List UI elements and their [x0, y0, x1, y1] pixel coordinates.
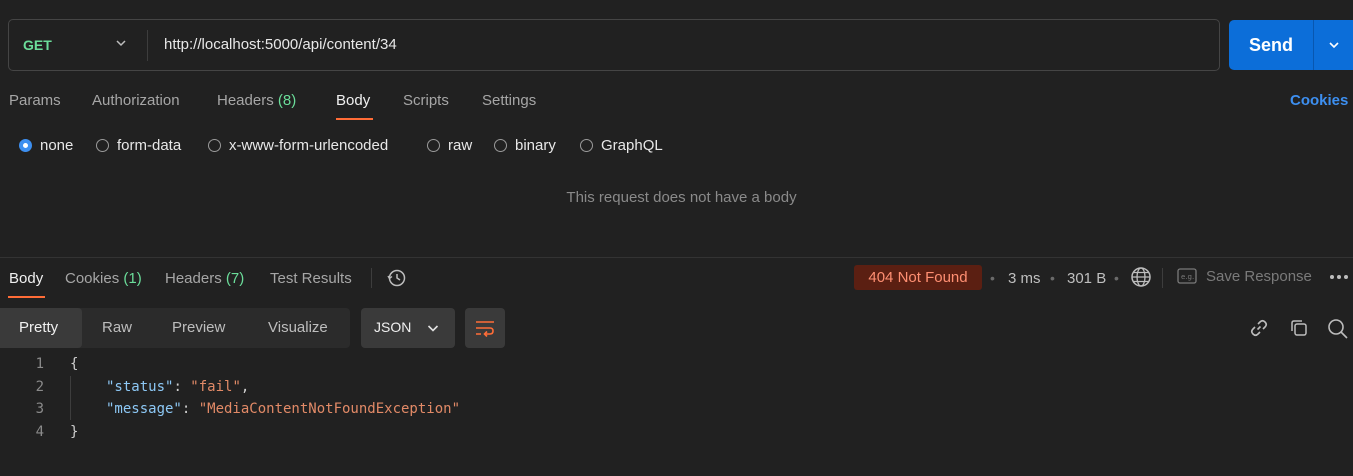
wrap-lines-button[interactable]	[465, 308, 505, 348]
response-tab-cookies[interactable]: Cookies (1)	[65, 270, 142, 287]
radio-graphql[interactable]: GraphQL	[580, 137, 663, 154]
radio-none[interactable]: none	[19, 137, 73, 154]
json-separator: :	[181, 401, 199, 417]
radio-button	[580, 139, 593, 152]
radio-button	[208, 139, 221, 152]
url-divider	[147, 30, 148, 61]
example-icon: e.g.	[1177, 268, 1197, 284]
tab-headers[interactable]: Headers (8)	[217, 92, 296, 109]
code-line: {	[70, 356, 79, 372]
radio-x-www-form-urlencoded[interactable]: x-www-form-urlencoded	[208, 137, 388, 154]
tab-settings[interactable]: Settings	[482, 92, 536, 109]
chevron-down-icon	[1327, 38, 1341, 52]
tab-label: Cookies	[65, 270, 120, 287]
radio-form-data[interactable]: form-data	[96, 137, 181, 154]
json-key: "status"	[106, 379, 174, 395]
more-options-icon[interactable]	[1329, 271, 1349, 283]
empty-body-message: This request does not have a body	[566, 189, 797, 206]
json-string: "MediaContentNotFoundException"	[198, 401, 461, 417]
radio-label: binary	[515, 137, 556, 154]
radio-button	[494, 139, 507, 152]
pane-divider[interactable]	[0, 257, 1353, 258]
indent-guide	[70, 376, 71, 420]
view-mode-visualize[interactable]: Visualize	[268, 319, 328, 336]
tab-body[interactable]: Body	[336, 92, 370, 109]
code-line: "message": "MediaContentNotFoundExceptio…	[106, 401, 460, 417]
divider	[1162, 268, 1163, 288]
cookies-link[interactable]: Cookies	[1290, 92, 1348, 109]
active-tab-indicator	[8, 296, 45, 298]
line-number: 1	[35, 356, 44, 372]
view-mode-preview[interactable]: Preview	[172, 319, 225, 336]
send-options-button[interactable]	[1313, 20, 1353, 70]
response-tab-body[interactable]: Body	[9, 270, 43, 287]
separator-dot: •	[990, 270, 995, 286]
view-mode-pretty[interactable]: Pretty	[19, 319, 58, 336]
separator-dot: •	[1050, 270, 1055, 286]
radio-label: GraphQL	[601, 137, 663, 154]
headers-count: (7)	[225, 270, 245, 287]
url-bar: GET http://localhost:5000/api/content/34	[8, 19, 1220, 71]
link-icon[interactable]	[1249, 318, 1269, 338]
tab-params[interactable]: Params	[9, 92, 61, 109]
line-number: 3	[35, 401, 44, 417]
cookies-count: (1)	[123, 270, 142, 287]
radio-raw[interactable]: raw	[427, 137, 472, 154]
separator-dot: •	[1114, 270, 1119, 286]
response-tab-test-results[interactable]: Test Results	[270, 270, 352, 287]
copy-icon[interactable]	[1289, 318, 1309, 338]
response-time[interactable]: 3 ms	[1008, 270, 1041, 287]
radio-label: raw	[448, 137, 473, 154]
method-select[interactable]: GET	[23, 37, 52, 53]
tab-scripts[interactable]: Scripts	[403, 92, 449, 109]
response-tab-headers[interactable]: Headers (7)	[165, 270, 244, 287]
search-icon[interactable]	[1327, 318, 1349, 340]
radio-button	[19, 139, 32, 152]
chevron-down-icon[interactable]	[113, 35, 129, 51]
radio-label: form-data	[117, 137, 182, 154]
tab-label: Headers	[165, 270, 222, 287]
headers-count: (8)	[277, 92, 297, 109]
divider	[371, 268, 372, 288]
json-key: "message"	[106, 401, 182, 417]
json-separator: :	[173, 379, 191, 395]
active-tab-indicator	[336, 118, 373, 120]
json-comma: ,	[240, 379, 250, 395]
radio-button	[427, 139, 440, 152]
radio-button	[96, 139, 109, 152]
history-icon[interactable]	[386, 267, 408, 289]
radio-label: none	[40, 137, 74, 154]
format-label: JSON	[374, 319, 412, 335]
url-input[interactable]: http://localhost:5000/api/content/34	[164, 36, 397, 53]
tab-label: Headers	[217, 92, 274, 109]
globe-icon[interactable]	[1130, 266, 1152, 288]
send-button[interactable]: Send	[1229, 20, 1313, 70]
code-line: }	[70, 424, 79, 440]
wrap-lines-icon	[474, 319, 496, 337]
status-badge[interactable]: 404 Not Found	[854, 265, 982, 290]
line-number: 2	[35, 379, 44, 395]
json-string: "fail"	[190, 379, 241, 395]
line-number: 4	[35, 424, 44, 440]
view-mode-raw[interactable]: Raw	[102, 319, 132, 336]
svg-text:e.g.: e.g.	[1181, 273, 1194, 281]
radio-binary[interactable]: binary	[494, 137, 556, 154]
radio-label: x-www-form-urlencoded	[229, 137, 389, 154]
code-line: "status": "fail",	[106, 379, 249, 395]
chevron-down-icon	[425, 320, 441, 336]
response-size[interactable]: 301 B	[1067, 270, 1106, 287]
save-response-button[interactable]: Save Response	[1206, 268, 1312, 285]
tab-authorization[interactable]: Authorization	[92, 92, 180, 109]
